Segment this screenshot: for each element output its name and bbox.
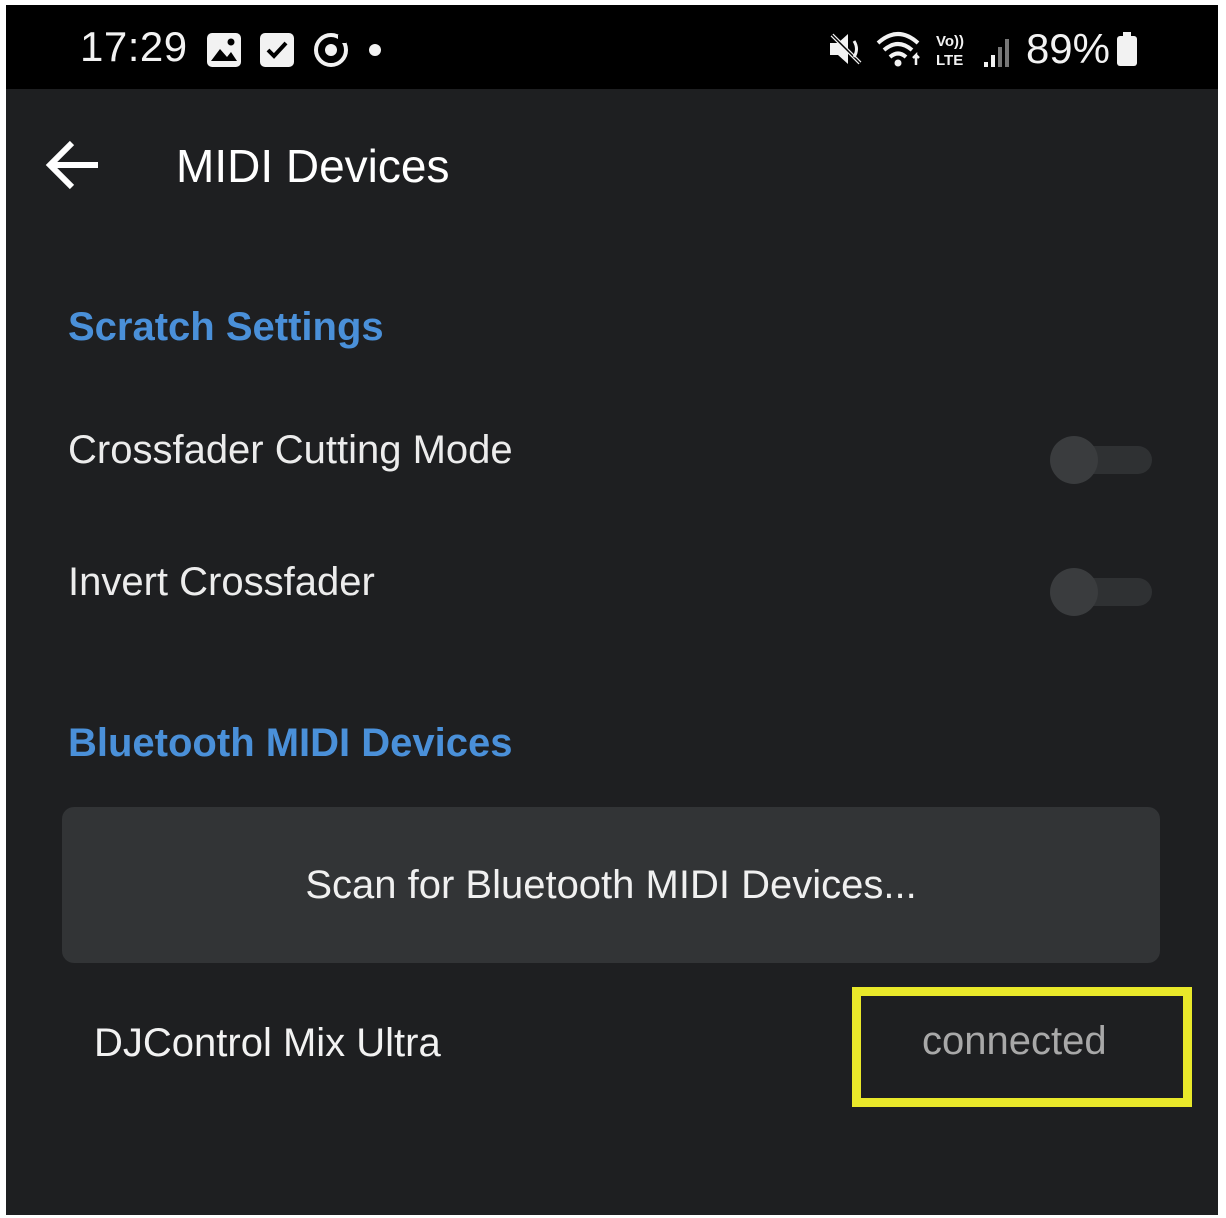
status-time: 17:29 (80, 23, 188, 70)
volte-icon: Vo)) LTE (936, 33, 964, 69)
system-icons: Vo)) LTE 89% (826, 25, 1146, 73)
notification-icons (206, 31, 400, 69)
svg-text:Vo)): Vo)) (936, 33, 964, 50)
page-title: MIDI Devices (176, 140, 450, 192)
device-name: DJControl Mix Ultra (94, 1021, 441, 1065)
arrow-back-icon (45, 140, 98, 190)
app-bar: MIDI Devices (6, 89, 1218, 239)
switch-thumb (1050, 436, 1098, 484)
invert-crossfader-switch[interactable] (1050, 568, 1152, 616)
checkbox-icon (260, 33, 294, 67)
battery-icon (1117, 32, 1137, 66)
crossfader-cutting-mode-switch[interactable] (1050, 436, 1152, 484)
wifi-icon (876, 32, 920, 67)
circle-app-icon (314, 33, 348, 67)
invert-crossfader-label: Invert Crossfader (68, 560, 375, 604)
signal-icon (983, 39, 1009, 67)
phone-screen: 17:29 Vo)) LTE 89% MIDI Devices Scratch … (6, 5, 1218, 1215)
scratch-settings-header: Scratch Settings (68, 305, 384, 349)
back-button[interactable] (42, 133, 106, 197)
svg-text:LTE: LTE (936, 52, 963, 69)
gallery-icon (207, 33, 241, 67)
device-list-item[interactable]: DJControl Mix Ultra connected (6, 985, 1218, 1107)
battery-percent: 89% (1025, 25, 1110, 72)
crossfader-cutting-mode-row[interactable]: Crossfader Cutting Mode (6, 398, 1218, 508)
dot-icon (369, 44, 381, 56)
bluetooth-midi-devices-header: Bluetooth MIDI Devices (68, 721, 513, 765)
switch-thumb (1050, 568, 1098, 616)
mute-icon (829, 33, 862, 65)
scan-bluetooth-button[interactable]: Scan for Bluetooth MIDI Devices... (62, 807, 1160, 963)
status-bar: 17:29 Vo)) LTE 89% (6, 5, 1218, 89)
device-status: connected (922, 1019, 1107, 1063)
crossfader-cutting-mode-label: Crossfader Cutting Mode (68, 428, 513, 472)
invert-crossfader-row[interactable]: Invert Crossfader (6, 530, 1218, 640)
